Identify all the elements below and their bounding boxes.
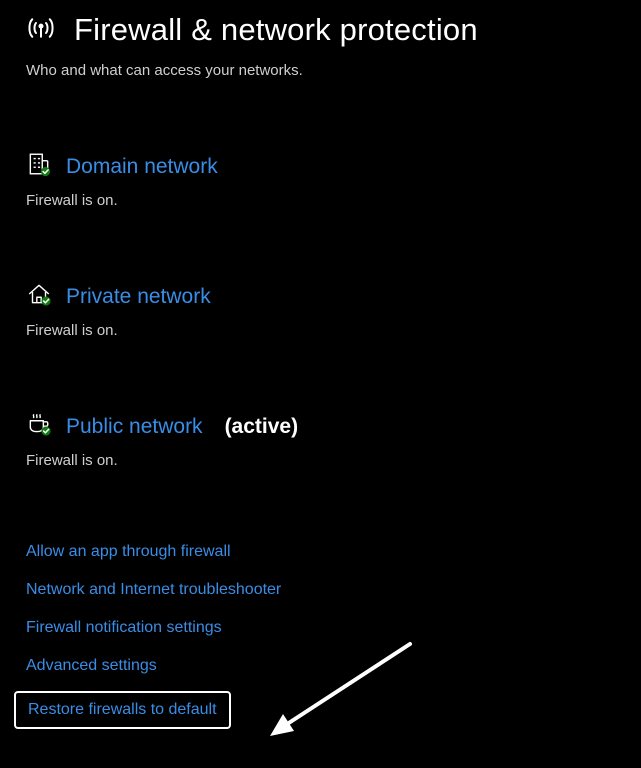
restore-defaults-link[interactable]: Restore firewalls to default [14, 691, 231, 729]
network-group-public: Public network (active) Firewall is on. [26, 411, 615, 469]
troubleshooter-link[interactable]: Network and Internet troubleshooter [26, 581, 281, 599]
allow-app-link[interactable]: Allow an app through firewall [26, 543, 231, 561]
home-icon [26, 281, 52, 312]
public-network-link[interactable]: Public network [66, 415, 203, 439]
domain-network-link[interactable]: Domain network [66, 155, 218, 179]
page-subtitle: Who and what can access your networks. [26, 62, 615, 79]
notifications-link[interactable]: Firewall notification settings [26, 619, 222, 637]
settings-links: Allow an app through firewall Network an… [26, 543, 615, 729]
advanced-link[interactable]: Advanced settings [26, 657, 157, 675]
public-network-status: Firewall is on. [26, 452, 615, 469]
broadcast-icon [26, 13, 56, 48]
page-header: Firewall & network protection [26, 12, 615, 48]
private-network-link[interactable]: Private network [66, 285, 211, 309]
domain-network-status: Firewall is on. [26, 192, 615, 209]
network-group-private: Private network Firewall is on. [26, 281, 615, 339]
coffee-icon [26, 411, 52, 442]
page-title: Firewall & network protection [74, 12, 478, 48]
private-network-status: Firewall is on. [26, 322, 615, 339]
network-group-domain: Domain network Firewall is on. [26, 151, 615, 209]
building-icon [26, 151, 52, 182]
public-network-active-label: (active) [225, 415, 299, 439]
